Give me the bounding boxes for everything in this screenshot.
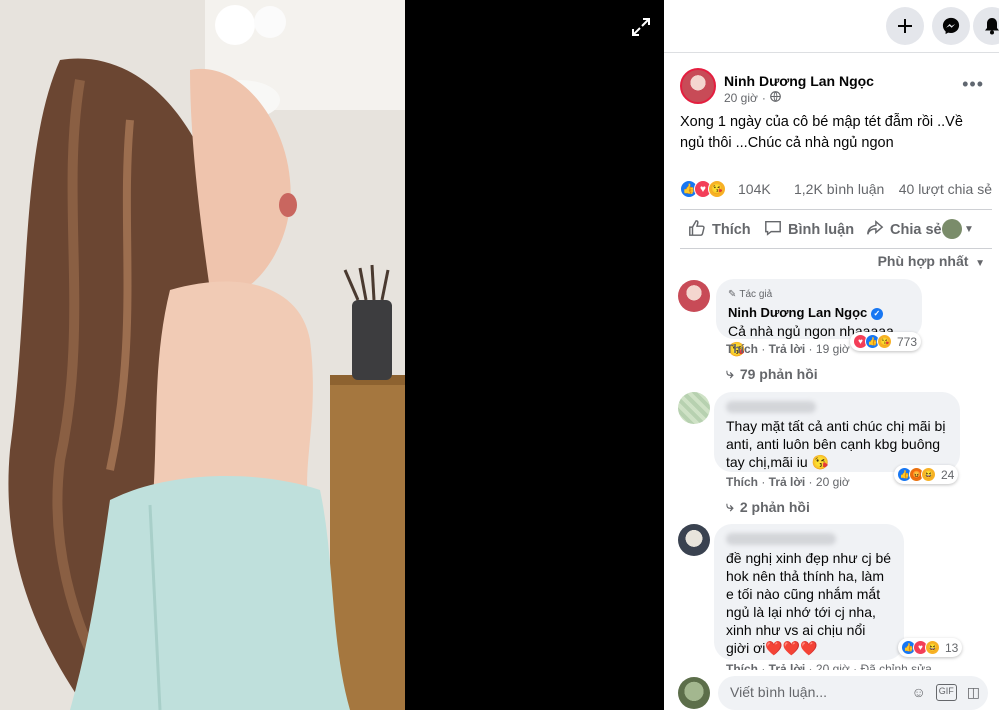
messenger-icon[interactable]	[932, 7, 970, 45]
post-author[interactable]: Ninh Dương Lan Ngọc	[724, 73, 874, 89]
reply-arrow-icon: ⤷	[726, 498, 734, 514]
post-time[interactable]: 20 giờ	[724, 91, 758, 105]
post-meta: 20 giờ ·	[724, 91, 781, 105]
profile-thumb-icon	[942, 219, 962, 239]
post-photo[interactable]	[0, 0, 405, 710]
more-options-icon[interactable]: •••	[962, 74, 984, 95]
comment-footer: Thích · Trả lời · 19 giờ	[726, 342, 850, 356]
comment-reaction-count: 24	[941, 467, 955, 482]
comment-reaction-count: 13	[945, 640, 959, 655]
comment-reply-link[interactable]: Trả lời	[769, 662, 806, 670]
author-badge: Tác giả	[739, 289, 773, 300]
expand-arrows-icon[interactable]	[628, 14, 654, 40]
comment-bubble: ✎ Tác giả Ninh Dương Lan Ngọc ✓ Cả nhà n…	[716, 279, 922, 357]
top-bar	[664, 0, 999, 52]
comment-author-blurred	[726, 531, 892, 549]
comment-reply-link[interactable]: Trả lời	[769, 475, 806, 489]
comment-text: đề nghị xinh đẹp như cj bé hok nên thả t…	[726, 550, 892, 656]
haha-reaction-icon: 😆	[921, 467, 936, 482]
pencil-icon: ✎	[728, 289, 737, 300]
care-reaction-icon: 😘	[877, 334, 892, 349]
view-replies-link[interactable]: ⤷ 2 phản hồi	[726, 498, 810, 515]
sticker-icon[interactable]: ◫	[967, 684, 980, 701]
comment-reactions[interactable]: 👍 ♥ 😆 13	[898, 638, 963, 657]
plus-icon[interactable]	[886, 7, 924, 45]
comment-time[interactable]: 20 giờ	[816, 662, 850, 670]
post-header: Ninh Dương Lan Ngọc 20 giờ · •••	[680, 68, 990, 112]
care-reaction-icon: 😘	[708, 180, 726, 198]
comment-reply-link[interactable]: Trả lời	[769, 342, 806, 356]
caret-down-icon: ▼	[964, 223, 974, 235]
comment-author[interactable]: Ninh Dương Lan Ngọc	[728, 305, 867, 320]
comment-like-link[interactable]: Thích	[726, 475, 758, 489]
like-button[interactable]: Thích	[688, 219, 751, 241]
post-actions: Thích Bình luận Chia sẻ ▼	[680, 209, 992, 249]
share-count[interactable]: 40 lượt chia sẻ	[899, 181, 992, 197]
bell-icon[interactable]	[973, 7, 999, 45]
comment-sort[interactable]: Phù hợp nhất ▼	[878, 253, 985, 269]
comment-text: Thay mặt tất cả anti chúc chị mãi bị ant…	[726, 418, 946, 470]
post-text: Xong 1 ngày của cô bé mập tét đẫm rồi ..…	[680, 114, 963, 151]
emoji-icon[interactable]: ☺	[911, 684, 925, 701]
comment-button[interactable]: Bình luận	[764, 219, 854, 241]
view-replies-link[interactable]: ⤷ 79 phản hồi	[726, 365, 818, 382]
avatar[interactable]	[678, 524, 710, 556]
share-icon	[866, 219, 884, 241]
comment-bubble: đề nghị xinh đẹp như cj bé hok nên thả t…	[714, 524, 904, 660]
avatar[interactable]	[680, 68, 716, 104]
comment-reactions[interactable]: ♥ 👍 😘 773	[850, 332, 922, 351]
avatar[interactable]	[678, 677, 710, 709]
comment-icon	[764, 219, 782, 241]
haha-reaction-icon: 😆	[925, 640, 940, 655]
post-side-panel: Ninh Dương Lan Ngọc 20 giờ · ••• Xong 1 …	[664, 0, 999, 710]
comment-footer: Thích · Trả lời · 20 giờ · Đã chỉnh sửa	[726, 662, 932, 670]
thumbs-up-icon	[688, 219, 706, 241]
audience-selector[interactable]: ▼	[942, 219, 974, 239]
avatar[interactable]	[678, 392, 710, 424]
caret-down-icon: ▼	[972, 258, 985, 269]
comment-composer: Viết bình luận... ☺ GIF ◫	[678, 676, 988, 710]
share-button[interactable]: Chia sẻ	[866, 219, 942, 241]
composer-tools: ☺ GIF ◫	[911, 684, 980, 701]
comment-count[interactable]: 1,2K bình luận	[794, 181, 884, 197]
divider	[664, 52, 999, 53]
comment-time[interactable]: 20 giờ	[816, 475, 850, 489]
reply-arrow-icon: ⤷	[726, 365, 734, 381]
post-stats: 👍 ♥ 😘 104K 1,2K bình luận 40 lượt chia s…	[680, 179, 992, 199]
edited-label: Đã chỉnh sửa	[860, 662, 932, 670]
comment-bubble: Thay mặt tất cả anti chúc chị mãi bị ant…	[714, 392, 960, 472]
comment-time[interactable]: 19 giờ	[816, 342, 850, 356]
comment-like-link[interactable]: Thích	[726, 342, 758, 356]
comment-author-blurred	[726, 399, 948, 417]
globe-icon	[770, 91, 781, 105]
gif-icon[interactable]: GIF	[935, 684, 957, 701]
comment-reaction-count: 773	[897, 334, 918, 349]
comment-footer: Thích · Trả lời · 20 giờ	[726, 475, 850, 489]
comment-like-link[interactable]: Thích	[726, 662, 758, 670]
comment-reactions[interactable]: 👍 😡 😆 24	[894, 465, 959, 484]
verified-badge-icon: ✓	[870, 307, 883, 320]
reaction-icons[interactable]: 👍 ♥ 😘	[680, 180, 726, 198]
reaction-count[interactable]: 104K	[738, 181, 771, 197]
avatar[interactable]	[678, 280, 710, 312]
photo-viewer	[0, 0, 664, 710]
